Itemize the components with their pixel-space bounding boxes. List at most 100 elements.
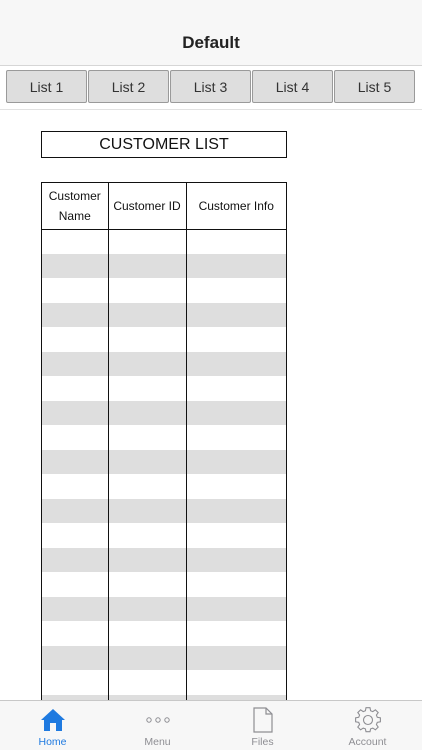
table-row[interactable] <box>42 351 286 376</box>
table-cell[interactable] <box>42 474 109 499</box>
segment-list-2[interactable]: List 2 <box>88 70 169 103</box>
table-cell[interactable] <box>108 596 187 621</box>
table-cell[interactable] <box>42 645 109 670</box>
table-cell[interactable] <box>186 425 286 450</box>
tab-account-label: Account <box>348 736 387 748</box>
table-cell[interactable] <box>186 400 286 425</box>
table-cell[interactable] <box>186 670 286 695</box>
table-cell[interactable] <box>108 278 187 303</box>
table-row[interactable] <box>42 596 286 621</box>
table-cell[interactable] <box>42 351 109 376</box>
tab-menu[interactable]: Menu <box>105 701 210 750</box>
page-title: Default <box>182 33 240 52</box>
table-cell[interactable] <box>108 572 187 597</box>
table-cell[interactable] <box>186 278 286 303</box>
table-cell[interactable] <box>42 498 109 523</box>
table-cell[interactable] <box>108 351 187 376</box>
table-cell[interactable] <box>108 523 187 548</box>
table-cell[interactable] <box>42 278 109 303</box>
table-cell[interactable] <box>186 253 286 278</box>
navigation-bar: Default <box>0 0 422 66</box>
table-row[interactable] <box>42 474 286 499</box>
table-cell[interactable] <box>108 449 187 474</box>
table-row[interactable] <box>42 523 286 548</box>
table-cell[interactable] <box>108 547 187 572</box>
home-icon <box>40 706 66 734</box>
column-header-customer-name[interactable]: Customer Name <box>42 183 109 230</box>
table-body <box>42 229 286 702</box>
table-cell[interactable] <box>42 547 109 572</box>
table-cell[interactable] <box>186 351 286 376</box>
table-cell[interactable] <box>186 621 286 646</box>
table-row[interactable] <box>42 278 286 303</box>
column-header-customer-id[interactable]: Customer ID <box>108 183 187 230</box>
table-cell[interactable] <box>42 572 109 597</box>
table-cell[interactable] <box>42 302 109 327</box>
customer-table: Customer Name Customer ID Customer Info <box>41 182 287 702</box>
table-row[interactable] <box>42 498 286 523</box>
table-cell[interactable] <box>42 376 109 401</box>
table-row[interactable] <box>42 425 286 450</box>
table-cell[interactable] <box>108 670 187 695</box>
table-cell[interactable] <box>186 229 286 254</box>
table-row[interactable] <box>42 400 286 425</box>
table-row[interactable] <box>42 547 286 572</box>
table-row[interactable] <box>42 376 286 401</box>
table-row[interactable] <box>42 229 286 254</box>
tab-files[interactable]: Files <box>210 701 315 750</box>
table-row[interactable] <box>42 645 286 670</box>
table-row[interactable] <box>42 302 286 327</box>
segment-list-3[interactable]: List 3 <box>170 70 251 103</box>
table-cell[interactable] <box>186 302 286 327</box>
table-cell[interactable] <box>108 376 187 401</box>
table-cell[interactable] <box>108 474 187 499</box>
table-cell[interactable] <box>42 670 109 695</box>
table-cell[interactable] <box>186 523 286 548</box>
table-cell[interactable] <box>42 253 109 278</box>
table-row[interactable] <box>42 253 286 278</box>
table-cell[interactable] <box>186 547 286 572</box>
table-cell[interactable] <box>42 449 109 474</box>
table-cell[interactable] <box>186 327 286 352</box>
table-row[interactable] <box>42 572 286 597</box>
table-cell[interactable] <box>108 400 187 425</box>
table-cell[interactable] <box>42 400 109 425</box>
table-cell[interactable] <box>108 229 187 254</box>
table-cell[interactable] <box>108 253 187 278</box>
table-cell[interactable] <box>42 523 109 548</box>
table-cell[interactable] <box>42 425 109 450</box>
table-cell[interactable] <box>42 596 109 621</box>
table-cell[interactable] <box>42 621 109 646</box>
table-cell[interactable] <box>186 498 286 523</box>
document-icon <box>252 706 274 734</box>
table-header-row: Customer Name Customer ID Customer Info <box>42 183 286 230</box>
more-dots-icon <box>145 706 171 734</box>
table-cell[interactable] <box>108 645 187 670</box>
tab-home-label: Home <box>38 736 67 748</box>
table-row[interactable] <box>42 670 286 695</box>
tab-account[interactable]: Account <box>315 701 420 750</box>
table-cell[interactable] <box>42 229 109 254</box>
table-cell[interactable] <box>108 425 187 450</box>
segment-list-4[interactable]: List 4 <box>252 70 333 103</box>
table-cell[interactable] <box>186 572 286 597</box>
table-cell[interactable] <box>186 474 286 499</box>
table-cell[interactable] <box>42 327 109 352</box>
column-header-customer-info[interactable]: Customer Info <box>186 183 286 230</box>
table-cell[interactable] <box>186 645 286 670</box>
table-cell[interactable] <box>108 302 187 327</box>
table-cell[interactable] <box>186 449 286 474</box>
table-row[interactable] <box>42 449 286 474</box>
list-segment-bar: List 1 List 2 List 3 List 4 List 5 <box>0 66 422 110</box>
table-row[interactable] <box>42 327 286 352</box>
table-cell[interactable] <box>186 376 286 401</box>
table-cell[interactable] <box>108 327 187 352</box>
tab-files-label: Files <box>251 736 274 748</box>
table-row[interactable] <box>42 621 286 646</box>
table-cell[interactable] <box>108 498 187 523</box>
segment-list-1[interactable]: List 1 <box>6 70 87 103</box>
table-cell[interactable] <box>108 621 187 646</box>
tab-home[interactable]: Home <box>0 701 105 750</box>
table-cell[interactable] <box>186 596 286 621</box>
segment-list-5[interactable]: List 5 <box>334 70 415 103</box>
